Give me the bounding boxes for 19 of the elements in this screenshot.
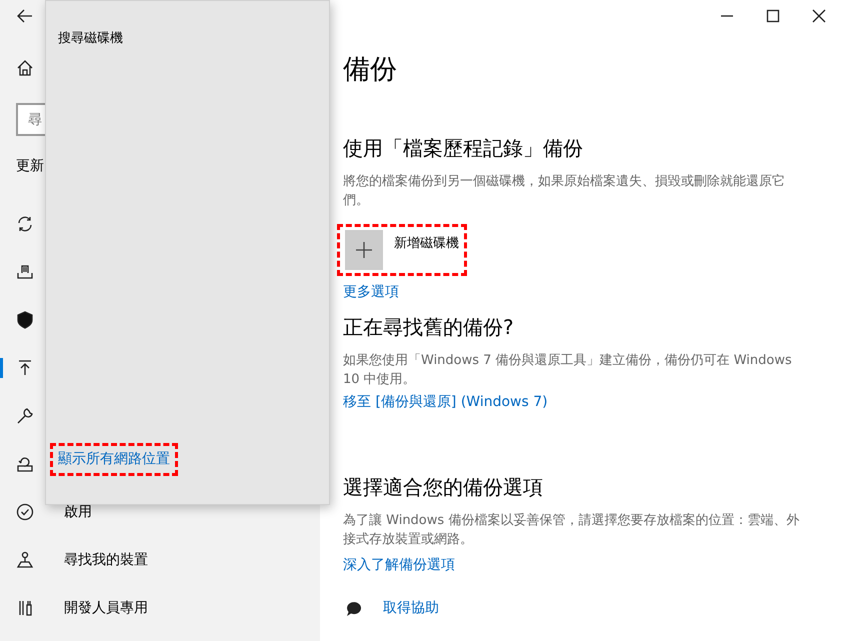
- description: 將您的檔案備份到另一個磁碟機，如果原始檔案遺失、損毀或刪除就能還原它們。: [343, 173, 786, 210]
- search-field[interactable]: 尋: [16, 103, 45, 136]
- description: 為了讓 Windows 備份檔案以妥善保管，請選擇您要存放檔案的位置：雲端、外接式存放裝置或網路。: [343, 512, 800, 550]
- flyout-title: 搜尋磁碟機: [58, 30, 124, 48]
- section-heading: 更新: [15, 157, 45, 176]
- help-link[interactable]: 取得協助: [383, 598, 439, 620]
- description: 如果您使用「Windows 7 備份與還原工具」建立備份，備份仍可在 Windows 10 中使用。: [343, 352, 793, 390]
- link[interactable]: 更多選項: [343, 282, 842, 304]
- page-title: 備份: [343, 54, 398, 86]
- section-heading: 選擇適合您的備份選項: [343, 475, 544, 500]
- section-heading: 使用「檔案歷程記錄」備份: [343, 136, 584, 160]
- section-heading: 正在尋找舊的備份?: [343, 315, 515, 340]
- sidebar-item[interactable]: 開發人員專用: [64, 598, 148, 618]
- add-drive-button[interactable]: 新增磁碟機: [337, 224, 467, 276]
- link[interactable]: 移至 [備份與還原] (Windows 7): [343, 392, 842, 414]
- link[interactable]: 顯示所有網路位置: [50, 443, 178, 476]
- link[interactable]: 深入了解備份選項: [343, 555, 842, 576]
- sidebar-item[interactable]: 尋找我的裝置: [64, 550, 148, 570]
- sidebar-item[interactable]: 啟用: [64, 502, 92, 522]
